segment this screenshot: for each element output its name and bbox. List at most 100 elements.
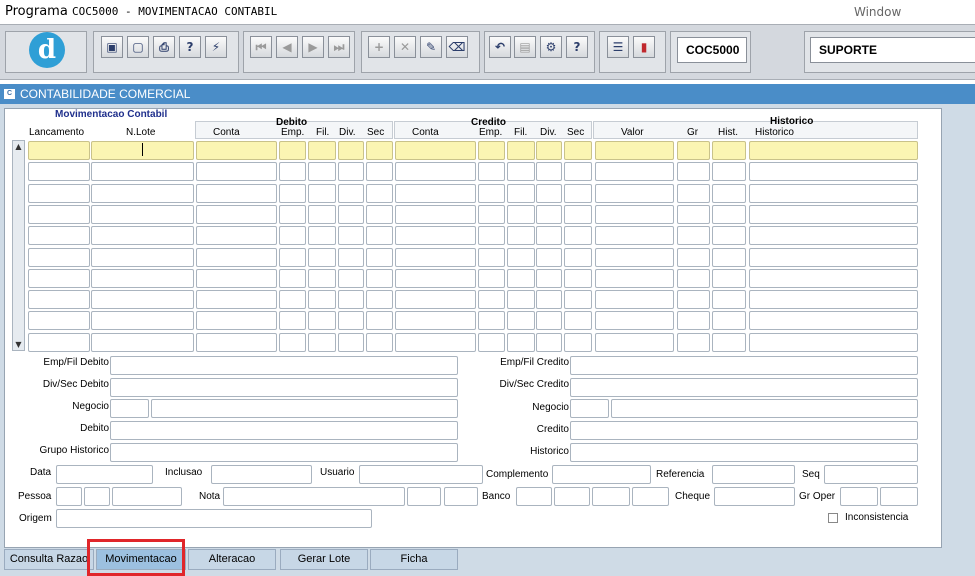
cell-deb-sec[interactable] [366,247,393,267]
credito-field[interactable] [570,421,918,440]
cell-cred-div[interactable] [536,247,562,267]
exit-icon[interactable]: ▮ [633,36,655,58]
cell-cred-sec[interactable] [564,332,592,352]
cell-lancamento[interactable] [28,226,90,246]
add-record-icon[interactable]: + [368,36,390,58]
cell-cred-fil[interactable] [507,226,535,246]
cell-deb-sec[interactable] [366,268,393,288]
cell-lancamento[interactable] [28,204,90,224]
menu-window[interactable]: Window [854,5,901,19]
save-icon[interactable]: ▣ [101,36,123,58]
origem-field[interactable] [56,509,372,528]
div-sec-debito-field[interactable] [110,378,458,397]
cell-cred-conta[interactable] [395,290,476,310]
cell-cred-conta[interactable] [395,247,476,267]
usuario-field[interactable] [359,465,483,484]
help-icon[interactable]: ? [566,36,588,58]
cell-lancamento[interactable] [28,311,90,331]
next-record-icon[interactable]: ▶ [302,36,324,58]
cell-cred-fil[interactable] [507,204,535,224]
cell-historico[interactable] [749,183,918,203]
menu-programa[interactable]: Programa [5,4,68,19]
cell-lancamento[interactable] [28,332,90,352]
cell-cred-sec[interactable] [564,247,592,267]
cell-gr[interactable] [677,311,710,331]
cell-cred-sec[interactable] [564,204,592,224]
cell-deb-fil[interactable] [308,204,336,224]
debito-field[interactable] [110,421,458,440]
cell-deb-conta[interactable] [196,268,277,288]
cell-nlote[interactable] [91,162,194,182]
last-record-icon[interactable]: ⏭ [328,36,350,58]
cell-deb-emp[interactable] [279,226,306,246]
cell-cred-fil[interactable] [507,247,535,267]
agencia-field[interactable] [554,487,590,506]
cell-deb-emp[interactable] [279,311,306,331]
lookup-icon[interactable]: ⚙ [540,36,562,58]
cell-deb-sec[interactable] [366,204,393,224]
cell-historico[interactable] [749,204,918,224]
cell-deb-fil[interactable] [308,311,336,331]
nota-extra-field[interactable] [444,487,478,506]
banco-extra-field[interactable] [632,487,669,506]
cell-gr[interactable] [677,226,710,246]
cell-cred-fil[interactable] [507,183,535,203]
tab-ficha[interactable]: Ficha [370,549,458,570]
cell-lancamento[interactable] [28,183,90,203]
cell-deb-fil[interactable] [308,162,336,182]
cell-lancamento[interactable] [28,290,90,310]
cell-deb-div[interactable] [338,290,364,310]
cell-valor[interactable] [595,141,674,160]
cell-hist[interactable] [712,183,746,203]
cell-hist[interactable] [712,332,746,352]
clear-icon[interactable]: ⌫ [446,36,468,58]
cell-gr[interactable] [677,332,710,352]
cell-deb-div[interactable] [338,247,364,267]
cell-cred-conta[interactable] [395,204,476,224]
cell-lancamento[interactable] [28,141,90,160]
cell-cred-conta[interactable] [395,268,476,288]
help-query-icon[interactable]: ? [179,36,201,58]
cell-deb-sec[interactable] [366,226,393,246]
cell-cred-emp[interactable] [478,141,505,160]
cell-cred-emp[interactable] [478,290,505,310]
cell-deb-conta[interactable] [196,311,277,331]
cell-deb-div[interactable] [338,332,364,352]
historico-field[interactable] [570,443,918,462]
cell-deb-div[interactable] [338,162,364,182]
cell-hist[interactable] [712,204,746,224]
records-scrollbar[interactable]: ▲ ▼ [12,140,25,351]
first-record-icon[interactable]: ⏮ [250,36,272,58]
cell-cred-emp[interactable] [478,311,505,331]
cell-deb-emp[interactable] [279,268,306,288]
wizard-icon[interactable]: ⚡ [205,36,227,58]
cell-hist[interactable] [712,162,746,182]
cell-cred-conta[interactable] [395,226,476,246]
cell-deb-fil[interactable] [308,290,336,310]
cell-historico[interactable] [749,247,918,267]
cell-deb-div[interactable] [338,226,364,246]
referencia-field[interactable] [712,465,795,484]
cell-cred-emp[interactable] [478,268,505,288]
cell-cred-div[interactable] [536,162,562,182]
window-icon[interactable]: ▢ [127,36,149,58]
cell-cred-sec[interactable] [564,311,592,331]
cell-deb-div[interactable] [338,311,364,331]
cell-deb-fil[interactable] [308,247,336,267]
cell-nlote[interactable] [91,332,194,352]
cell-nlote[interactable] [91,311,194,331]
menu-icon[interactable]: ☰ [607,36,629,58]
cell-cred-emp[interactable] [478,332,505,352]
cell-deb-conta[interactable] [196,290,277,310]
cell-lancamento[interactable] [28,268,90,288]
cell-deb-div[interactable] [338,268,364,288]
prev-record-icon[interactable]: ◀ [276,36,298,58]
cell-cred-div[interactable] [536,311,562,331]
cheque-field[interactable] [714,487,795,506]
negocio-code-right-field[interactable] [570,399,609,418]
gr-oper-field[interactable] [840,487,878,506]
cell-deb-conta[interactable] [196,226,277,246]
cell-gr[interactable] [677,141,710,160]
cell-deb-emp[interactable] [279,204,306,224]
cell-lancamento[interactable] [28,247,90,267]
